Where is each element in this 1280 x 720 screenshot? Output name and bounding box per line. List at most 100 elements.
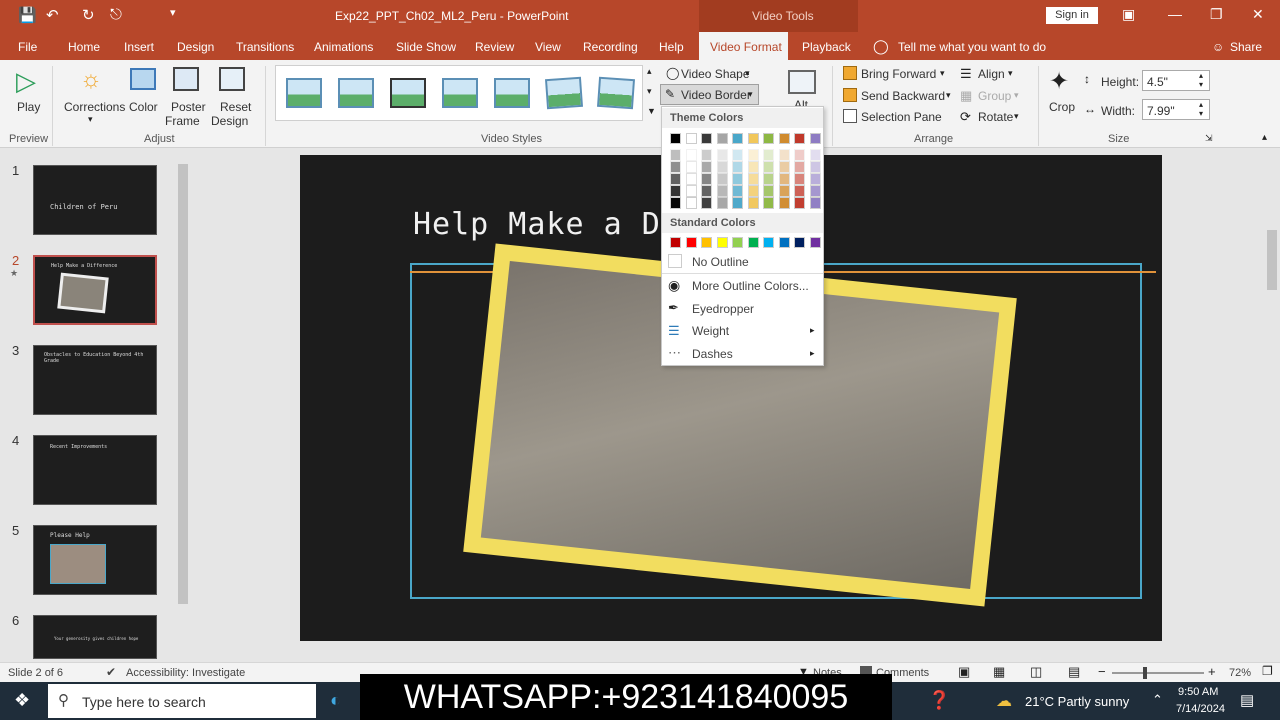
group-button[interactable]: Group (978, 89, 1011, 103)
zoom-thumb[interactable] (1143, 667, 1147, 679)
theme-color-swatch[interactable] (794, 133, 805, 144)
tab-playback[interactable]: Playback (802, 40, 851, 54)
standard-color-swatch[interactable] (685, 237, 697, 248)
video-style-5[interactable] (494, 78, 530, 108)
video-styles-gallery[interactable] (275, 65, 643, 121)
theme-color-shade[interactable] (670, 161, 681, 173)
gallery-down-icon[interactable]: ▾ (647, 86, 652, 97)
theme-color-swatch[interactable] (747, 133, 759, 144)
tab-animations[interactable]: Animations (314, 40, 373, 54)
theme-color-shade[interactable] (685, 173, 697, 185)
zoom-slider[interactable] (1112, 672, 1204, 674)
standard-color-swatch[interactable] (670, 237, 681, 248)
theme-color-shade[interactable] (701, 173, 712, 185)
theme-color-shade[interactable] (716, 185, 728, 197)
theme-color-shade[interactable] (732, 173, 743, 185)
chevron-down-icon[interactable]: ▾ (946, 90, 951, 101)
theme-color-shade[interactable] (763, 173, 774, 185)
standard-color-swatch[interactable] (809, 237, 821, 248)
theme-color-shade[interactable] (763, 149, 774, 161)
collapse-ribbon-icon[interactable]: ▴ (1262, 132, 1267, 143)
tab-design[interactable]: Design (177, 40, 214, 54)
dashes-item[interactable]: Dashes (692, 347, 733, 361)
gallery-up-icon[interactable]: ▴ (647, 66, 652, 77)
tab-insert[interactable]: Insert (124, 40, 154, 54)
theme-color-swatch[interactable] (701, 133, 712, 144)
tab-review[interactable]: Review (475, 40, 514, 54)
video-style-7[interactable] (596, 76, 636, 110)
slide-thumbnail-5[interactable]: Please Help (33, 525, 157, 595)
chevron-down-icon[interactable]: ▾ (940, 68, 945, 79)
eyedropper-item[interactable]: Eyedropper (692, 302, 754, 316)
slide-thumbnail-4[interactable]: Recent Improvements (33, 435, 157, 505)
video-border-button[interactable]: ✎ Video Border ▾ (660, 84, 759, 105)
theme-color-swatch[interactable] (732, 133, 743, 144)
theme-color-shade[interactable] (732, 161, 743, 173)
tab-slide-show[interactable]: Slide Show (396, 40, 456, 54)
tab-transitions[interactable]: Transitions (236, 40, 294, 54)
gallery-more-icon[interactable]: ▼ (647, 106, 656, 116)
video-style-2[interactable] (338, 78, 374, 108)
theme-color-shade[interactable] (670, 173, 681, 185)
theme-color-shade[interactable] (778, 149, 790, 161)
theme-color-shade[interactable] (809, 161, 821, 173)
corrections-icon[interactable]: ☼ (80, 66, 102, 94)
crop-icon[interactable]: ✦ (1049, 67, 1069, 96)
video-shape-button[interactable]: Video Shape (681, 67, 750, 81)
minimize-icon[interactable]: — (1168, 6, 1182, 22)
height-input[interactable]: 4.5" ▴ ▾ (1142, 70, 1210, 91)
color-icon[interactable] (130, 68, 156, 90)
zoom-level[interactable]: 72% (1229, 667, 1251, 679)
spin-down-icon[interactable]: ▾ (1199, 109, 1203, 118)
rotate-button[interactable]: Rotate (978, 110, 1013, 124)
bring-forward-button[interactable]: Bring Forward (861, 67, 936, 81)
theme-color-shade[interactable] (763, 197, 774, 209)
weight-item[interactable]: Weight (692, 324, 729, 338)
theme-color-shade[interactable] (794, 161, 805, 173)
close-icon[interactable]: ✕ (1252, 6, 1264, 23)
video-style-1[interactable] (286, 78, 322, 108)
video-style-4[interactable] (442, 78, 478, 108)
play-button[interactable]: Play (17, 100, 40, 114)
theme-color-shade[interactable] (809, 197, 821, 209)
dialog-launcher-icon[interactable]: ⇲ (1205, 133, 1213, 144)
theme-color-shade[interactable] (701, 161, 712, 173)
theme-color-shade[interactable] (794, 185, 805, 197)
thumbnail-scrollbar[interactable] (176, 150, 190, 660)
corrections-button[interactable]: Corrections (64, 100, 125, 114)
tab-home[interactable]: Home (68, 40, 100, 54)
slide-thumbnail-3[interactable]: Obstacles to Education Beyond 4th Grade (33, 345, 157, 415)
tray-chevron-icon[interactable]: ⌃ (1152, 692, 1163, 708)
sign-in-button[interactable]: Sign in (1046, 7, 1098, 24)
standard-color-swatch[interactable] (701, 237, 712, 248)
chevron-down-icon[interactable]: ▾ (745, 68, 750, 79)
theme-color-shade[interactable] (732, 197, 743, 209)
play-icon[interactable]: ▷ (16, 66, 36, 97)
theme-color-swatch[interactable] (778, 133, 790, 144)
accessibility-status[interactable]: Accessibility: Investigate (126, 667, 245, 679)
align-button[interactable]: Align (978, 67, 1005, 81)
theme-color-shade[interactable] (732, 149, 743, 161)
theme-color-shade[interactable] (716, 197, 728, 209)
theme-color-shade[interactable] (716, 161, 728, 173)
notifications-icon[interactable]: ▤ (1240, 691, 1254, 709)
theme-color-shade[interactable] (747, 161, 759, 173)
slide-thumbnail-6[interactable]: Your generosity gives children hope (33, 615, 157, 659)
main-scrollbar[interactable] (1266, 150, 1278, 658)
standard-color-swatch[interactable] (794, 237, 805, 248)
help-icon[interactable]: ❓ (928, 690, 950, 711)
theme-color-shade[interactable] (794, 197, 805, 209)
tab-file[interactable]: File (18, 40, 37, 54)
save-icon[interactable]: 💾 (18, 6, 37, 24)
theme-color-shade[interactable] (778, 197, 790, 209)
standard-color-swatch[interactable] (716, 237, 728, 248)
slideshow-view-icon[interactable]: ▤ (1068, 664, 1080, 680)
theme-color-swatch[interactable] (763, 133, 774, 144)
customize-qat-icon[interactable]: ▾ (170, 6, 176, 19)
reset-design-icon[interactable] (219, 67, 245, 91)
spin-down-icon[interactable]: ▾ (1199, 80, 1203, 89)
share-button[interactable]: Share (1230, 40, 1262, 54)
theme-color-shade[interactable] (670, 185, 681, 197)
theme-color-shade[interactable] (763, 185, 774, 197)
standard-color-swatch[interactable] (763, 237, 774, 248)
